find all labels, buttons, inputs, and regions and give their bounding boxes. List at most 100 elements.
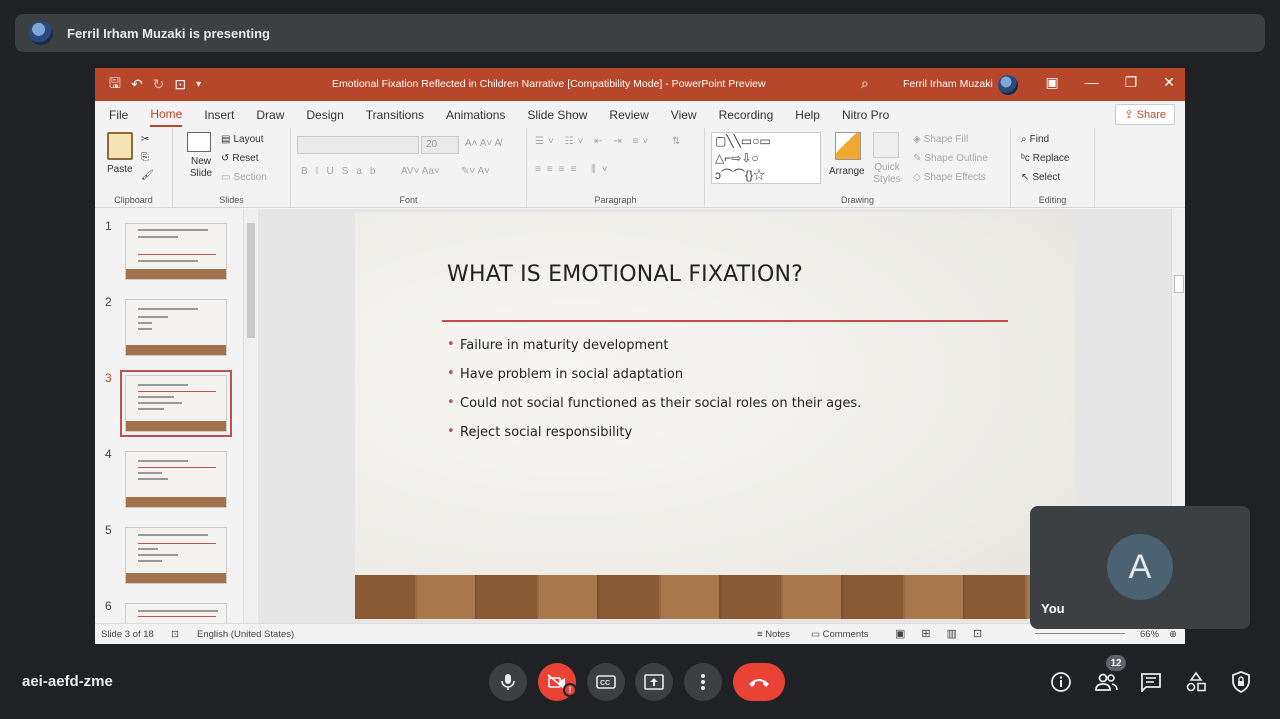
close-icon[interactable]: ✕ (1163, 74, 1175, 91)
align-icons[interactable]: ≡≡≡≡ ⫼˅ (535, 164, 614, 175)
language-label[interactable]: English (United States) (197, 629, 294, 640)
shape-fill-button[interactable]: ◈ Shape Fill (913, 134, 968, 145)
bullet-item: Reject social responsibility (447, 424, 861, 440)
ribbon-display-icon[interactable]: ▣ (1045, 74, 1058, 91)
present-icon[interactable]: ⊡ (174, 76, 186, 93)
tab-transitions[interactable]: Transitions (366, 104, 424, 126)
slide-thumbnail-2[interactable] (125, 299, 227, 356)
shape-effects-button[interactable]: ◇ Shape Effects (913, 172, 986, 183)
comments-button[interactable]: ▭ Comments (811, 629, 869, 640)
shapes-gallery[interactable]: ▢╲╲▭○▭ △⌐⇨⇩○ ↄ⌒⌒{}☆ (711, 132, 821, 184)
shape-outline-button[interactable]: ✎ Shape Outline (913, 153, 988, 164)
new-slide-icon[interactable] (187, 132, 211, 152)
tab-draw[interactable]: Draw (256, 104, 284, 126)
slide-thumbnail-4[interactable] (125, 451, 227, 508)
redo-icon[interactable]: ↻ (153, 76, 165, 93)
view-buttons[interactable]: ▣⊞▥⊡ (895, 627, 998, 640)
activities-button[interactable] (1183, 669, 1209, 695)
participants-button[interactable] (1093, 669, 1119, 695)
search-icon[interactable]: ⌕ (861, 75, 869, 92)
slide-thumbnails-panel: 1 2 3 4 5 6 (95, 209, 258, 644)
tab-recording[interactable]: Recording (719, 104, 774, 126)
zoom-slider[interactable] (1035, 633, 1125, 634)
save-icon[interactable]: 🖫 (109, 73, 121, 97)
paragraph-group: ☰˅ ☷˅ ⇤ ⇥ ≡˅ ≡≡≡≡ ⫼˅ ⇅ Paragraph (527, 128, 705, 208)
format-painter-icon[interactable]: 🖌 (141, 170, 154, 181)
title-divider (442, 320, 1008, 322)
camera-warning-icon: ! (563, 683, 577, 697)
accessibility-icon[interactable]: ⊡ (171, 629, 179, 640)
font-label: Font (399, 195, 418, 205)
bullet-list[interactable]: Failure in maturity development Have pro… (447, 337, 861, 454)
svg-text:CC: CC (600, 680, 610, 687)
host-controls-button[interactable] (1228, 669, 1254, 695)
paste-button[interactable]: Paste (107, 164, 133, 175)
user-name[interactable]: Ferril Irham Muzaki (903, 78, 993, 90)
leave-call-button[interactable] (733, 663, 785, 701)
ribbon: Paste ✂ ⎘ 🖌 Clipboard New Slide ▤ Layout… (95, 128, 1185, 208)
arrange-button[interactable]: Arrange (829, 166, 865, 177)
list-icons[interactable]: ☰˅ ☷˅ ⇤ ⇥ ≡˅ (535, 136, 652, 147)
slide-thumbnail-1[interactable] (125, 223, 227, 280)
slide-title[interactable]: WHAT IS EMOTIONAL FIXATION? (447, 262, 803, 287)
text-direction-icon[interactable]: ⇅ (672, 136, 680, 147)
zoom-level[interactable]: 66% (1140, 629, 1159, 640)
customize-toolbar-icon[interactable]: ▾ (196, 79, 201, 90)
user-avatar[interactable] (998, 75, 1018, 95)
microphone-button[interactable] (489, 663, 527, 701)
cut-icon[interactable]: ✂ (141, 134, 149, 145)
captions-button[interactable]: CC (587, 663, 625, 701)
section-button[interactable]: ▭ Section (221, 172, 267, 183)
font-family-box[interactable] (297, 136, 419, 154)
font-grow-shrink-icons[interactable]: A˄ A˅ A̸ (465, 138, 501, 149)
self-name: You (1041, 601, 1065, 616)
slide-thumbnail-5[interactable] (125, 527, 227, 584)
new-slide-button[interactable]: New Slide (183, 156, 219, 180)
paste-icon[interactable] (107, 132, 133, 160)
arrange-icon[interactable] (835, 132, 861, 160)
tab-help[interactable]: Help (795, 104, 820, 126)
tab-insert[interactable]: Insert (204, 104, 234, 126)
notes-button[interactable]: ≡ Notes (757, 629, 790, 640)
minimize-icon[interactable]: — (1085, 74, 1099, 91)
tab-review[interactable]: Review (609, 104, 648, 126)
slide-scroll-thumb[interactable] (1174, 275, 1184, 293)
ppt-titlebar: 🖫 ↶ ↻ ⊡ ▾ Emotional Fixation Reflected i… (95, 68, 1185, 101)
thumb-number: 4 (105, 447, 112, 461)
meeting-details-button[interactable] (1048, 669, 1074, 695)
chat-button[interactable] (1138, 669, 1164, 695)
drawing-label: Drawing (840, 195, 874, 205)
thumbnail-scrollbar[interactable] (243, 209, 257, 623)
fit-to-window-icon[interactable]: ⊕ (1169, 629, 1177, 640)
font-color-icons[interactable]: ✎˅ A˅ (461, 166, 490, 177)
tab-view[interactable]: View (671, 104, 697, 126)
self-video-tile[interactable]: A You (1030, 506, 1250, 629)
select-button[interactable]: ↖ Select (1021, 172, 1060, 183)
font-format-icons[interactable]: BIUSab (301, 166, 383, 177)
font-size-box[interactable]: 20 (421, 136, 459, 154)
tab-animations[interactable]: Animations (446, 104, 505, 126)
tab-design[interactable]: Design (306, 104, 343, 126)
present-now-button[interactable] (635, 663, 673, 701)
tab-nitro-pro[interactable]: Nitro Pro (842, 104, 889, 126)
tab-slide-show[interactable]: Slide Show (527, 104, 587, 126)
shield-lock-icon (1232, 671, 1250, 693)
restore-icon[interactable]: ❐ (1125, 74, 1138, 91)
char-spacing-icon[interactable]: AV˅ Aa˅ (401, 166, 440, 177)
find-button[interactable]: ⌕ Find (1021, 134, 1049, 145)
tab-home[interactable]: Home (150, 103, 183, 127)
shape-fill-label: Shape Fill (923, 134, 969, 145)
layout-button[interactable]: ▤ Layout (221, 134, 263, 145)
share-button[interactable]: ⇪ Share (1115, 104, 1175, 125)
quick-styles-icon[interactable] (873, 132, 899, 158)
quick-styles-button[interactable]: Quick Styles (869, 162, 905, 186)
copy-icon[interactable]: ⎘ (141, 152, 149, 163)
thumbnail-scroll-thumb[interactable] (247, 223, 255, 338)
undo-icon[interactable]: ↶ (131, 76, 143, 93)
current-slide[interactable]: WHAT IS EMOTIONAL FIXATION? Failure in m… (355, 212, 1075, 619)
more-options-button[interactable] (684, 663, 722, 701)
tab-file[interactable]: File (109, 104, 128, 126)
slide-thumbnail-3[interactable] (120, 370, 232, 437)
reset-button[interactable]: ↺ Reset (221, 153, 259, 164)
replace-button[interactable]: ᵇc Replace (1021, 153, 1069, 164)
